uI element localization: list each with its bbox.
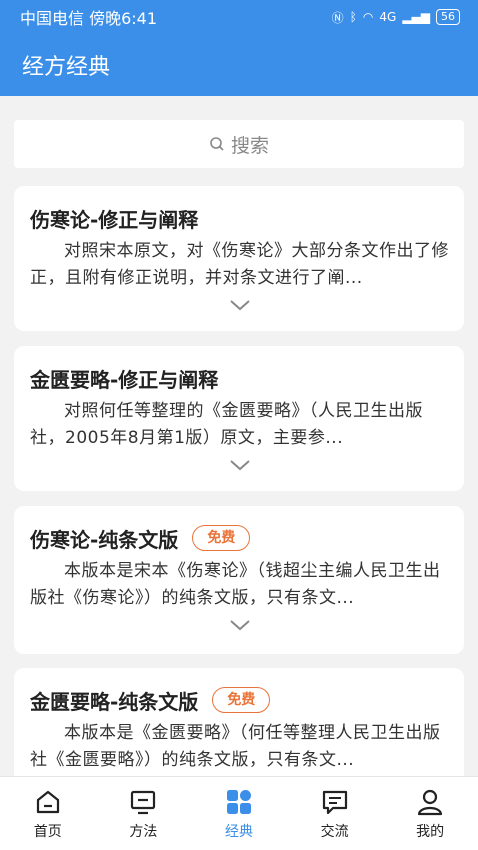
bluetooth-icon: ᛒ: [349, 10, 357, 24]
book-card[interactable]: 伤寒论-修正与阐释 对照宋本原文，对《伤寒论》大部分条文作出了修正，且附有修正说…: [14, 186, 464, 331]
book-title: 伤寒论-纯条文版: [30, 527, 179, 552]
search-input[interactable]: 搜索: [14, 120, 464, 168]
app-header: 经方经典: [0, 34, 478, 96]
tab-label: 首页: [33, 823, 62, 840]
tab-label: 交流: [320, 823, 349, 840]
book-description: 本版本是《金匮要略》（何任等整理人民卫生出版社《金匮要略》）的纯条文版，只有条文…: [30, 723, 441, 770]
tab-community[interactable]: 交流: [287, 777, 383, 850]
chat-icon: [322, 790, 347, 814]
book-description: 对照宋本原文，对《伤寒论》大部分条文作出了修正，且附有修正说明，并对条文进行了阐…: [30, 241, 449, 288]
carrier-time: 中国电信 傍晚6:41: [20, 9, 158, 28]
free-badge: 免费: [192, 525, 251, 551]
tab-classics[interactable]: 经典: [191, 777, 287, 850]
tab-label: 经典: [224, 823, 253, 840]
grid-icon: [226, 789, 251, 814]
tab-home[interactable]: 首页: [0, 777, 96, 850]
tab-profile[interactable]: 我的: [382, 777, 478, 850]
home-icon: [36, 790, 59, 813]
signal-icon: ▂▄▆: [402, 10, 430, 24]
expand-chevron-icon[interactable]: [30, 612, 450, 638]
search-icon: [210, 137, 224, 151]
battery-icon: 56: [436, 9, 460, 25]
book-card[interactable]: 金匮要略-纯条文版 免费 本版本是《金匮要略》（何任等整理人民卫生出版社《金匮要…: [14, 668, 464, 776]
wifi-icon: ◠: [362, 10, 374, 24]
user-icon: [418, 789, 443, 815]
monitor-icon: [131, 790, 156, 814]
book-card[interactable]: 金匮要略-修正与阐释 对照何任等整理的《金匮要略》（人民卫生出版社，2005年8…: [14, 346, 464, 491]
status-bar: 中国电信 傍晚6:41 Ⓝ ᛒ ◠ 4G ▂▄▆ 56: [0, 0, 478, 34]
book-card[interactable]: 伤寒论-纯条文版 免费 本版本是宋本《伤寒论》（钱超尘主编人民卫生出版社《伤寒论…: [14, 506, 464, 654]
book-title: 伤寒论-修正与阐释: [30, 207, 199, 232]
book-title: 金匮要略-纯条文版: [30, 689, 199, 714]
book-title: 金匮要略-修正与阐释: [30, 367, 219, 392]
expand-chevron-icon[interactable]: [30, 452, 450, 478]
book-description: 本版本是宋本《伤寒论》（钱超尘主编人民卫生出版社《伤寒论》）的纯条文版，只有条文…: [30, 561, 441, 608]
book-description: 对照何任等整理的《金匮要略》（人民卫生出版社，2005年8月第1版）原文，主要参…: [30, 401, 423, 448]
free-badge: 免费: [212, 687, 271, 713]
nfc-icon: Ⓝ: [331, 10, 344, 25]
network-label: 4G: [379, 10, 397, 24]
search-placeholder: 搜索: [230, 134, 269, 157]
tab-label: 方法: [129, 823, 158, 840]
page-title: 经方经典: [22, 55, 111, 80]
expand-chevron-icon[interactable]: [30, 292, 450, 318]
tab-label: 我的: [416, 823, 445, 840]
tab-methods[interactable]: 方法: [96, 777, 192, 850]
status-icons: Ⓝ ᛒ ◠ 4G ▂▄▆ 56: [332, 9, 460, 26]
book-list: 搜索 伤寒论-修正与阐释 对照宋本原文，对《伤寒论》大部分条文作出了修正，且附有…: [0, 96, 478, 776]
bottom-tab-bar: 首页 方法 经典 交流 我的: [0, 776, 478, 850]
